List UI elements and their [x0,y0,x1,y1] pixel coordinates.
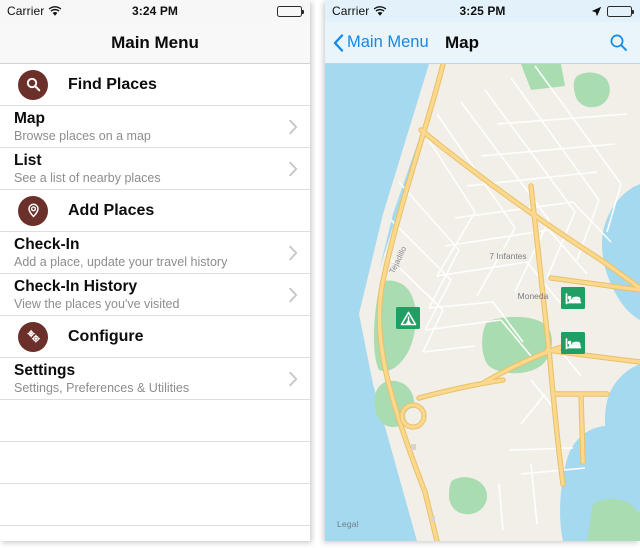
search-button[interactable] [609,33,640,52]
map-legal-link[interactable]: Legal [337,519,359,529]
map-pin-icon [18,195,48,226]
search-icon [609,33,628,52]
left-phone-panel: Carrier 3:24 PM Main Menu Find Places Ma… [0,0,310,541]
carrier-label: Carrier [7,4,45,18]
menu-item-label: Find Places [68,75,157,93]
menu-item-subtitle: View the places you've visited [14,296,180,311]
location-arrow-icon [591,6,602,17]
table-row-empty [0,442,310,484]
battery-full-icon [277,5,304,17]
hotel-bed-icon [565,336,582,351]
hotel-bed-icon [565,291,582,306]
status-bar-right [591,5,640,17]
left-status-bar: Carrier 3:24 PM [0,0,310,22]
menu-item-label: Add Places [68,201,155,219]
status-bar-left: Carrier [325,4,387,18]
chevron-right-icon [289,161,298,176]
menu-item-label: Settings [14,361,76,379]
battery-full-icon [607,5,634,17]
menu-item-label: List [14,151,42,169]
gears-icon [18,321,48,352]
chevron-right-icon [289,119,298,134]
menu-item-label: Check-In [14,235,80,253]
chevron-left-icon [333,33,344,52]
menu-item-check-in-history[interactable]: Check-In History View the places you've … [0,274,310,316]
table-row-empty [0,526,310,541]
status-bar-right [277,5,310,17]
chevron-right-icon [289,287,298,302]
menu-item-label: Configure [68,327,144,345]
menu-item-text: List See a list of nearby places [14,152,161,186]
poi-marker-campsite[interactable] [396,307,420,329]
right-phone-panel: Carrier 3:25 PM Main Menu Map Tejadillo … [325,0,640,541]
status-bar-left: Carrier [0,4,62,18]
back-button-label: Main Menu [347,33,429,51]
menu-item-add-places[interactable]: Add Places [0,190,310,232]
menu-item-text: Map Browse places on a map [14,110,151,144]
chevron-right-icon [289,371,298,386]
page-title: Main Menu [111,32,199,52]
menu-item-text: Check-In History View the places you've … [14,278,179,312]
table-row-empty [0,400,310,442]
campsite-tent-icon [400,311,417,326]
carrier-label: Carrier [332,4,370,18]
menu-item-subtitle: See a list of nearby places [14,170,161,185]
menu-item-label: Map [14,109,45,127]
menu-item-configure[interactable]: Configure [0,316,310,358]
menu-item-subtitle: Settings, Preferences & Utilities [14,380,190,395]
menu-item-subtitle: Browse places on a map [14,128,151,143]
wifi-icon [373,5,387,17]
search-icon [18,69,48,100]
chevron-right-icon [289,245,298,260]
map-view[interactable]: Santander Avenue Tejadillo 7 Infantes Ba… [325,64,640,541]
menu-item-subtitle: Add a place, update your travel history [14,254,228,269]
right-nav-bar: Main Menu Map [325,22,640,64]
menu-item-find-places[interactable]: Find Places [0,64,310,106]
poi-marker-hotel[interactable] [561,332,585,354]
menu-item-settings[interactable]: Settings Settings, Preferences & Utiliti… [0,358,310,400]
back-button[interactable]: Main Menu [325,33,429,52]
table-row-empty [0,484,310,526]
menu-item-text: Settings Settings, Preferences & Utiliti… [14,362,189,396]
menu-item-map[interactable]: Map Browse places on a map [0,106,310,148]
poi-marker-hotel[interactable] [561,287,585,309]
menu-item-check-in[interactable]: Check-In Add a place, update your travel… [0,232,310,274]
main-menu-table: Find Places Map Browse places on a map L… [0,64,310,541]
menu-item-list[interactable]: List See a list of nearby places [0,148,310,190]
menu-item-label: Check-In History [14,277,138,295]
right-status-bar: Carrier 3:25 PM [325,0,640,22]
screenshot-root: Carrier 3:24 PM Main Menu Find Places Ma… [0,0,640,548]
wifi-icon [48,5,62,17]
map-canvas [325,64,640,541]
left-nav-bar: Main Menu [0,22,310,64]
menu-item-text: Check-In Add a place, update your travel… [14,236,227,270]
